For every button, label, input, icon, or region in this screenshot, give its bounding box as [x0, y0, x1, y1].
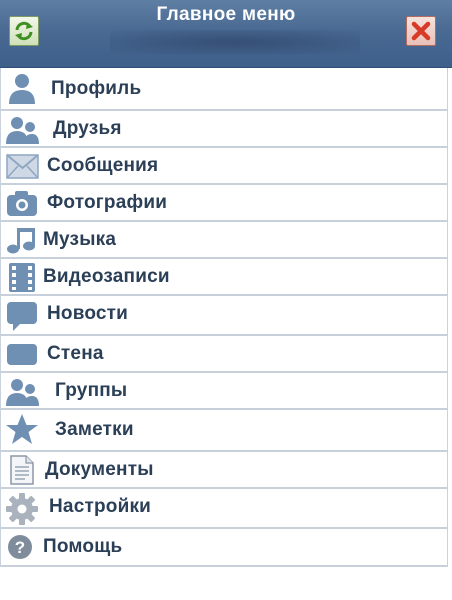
help-icon: ?	[8, 535, 32, 559]
menu-item-documents[interactable]: Документы	[1, 452, 447, 489]
profile-icon	[9, 74, 35, 104]
menu-item-help[interactable]: ? Помощь	[1, 529, 447, 567]
refresh-button[interactable]	[9, 16, 39, 46]
refresh-icon	[15, 21, 33, 41]
menu-item-groups[interactable]: Группы	[1, 373, 447, 410]
menu-item-label: Сообщения	[47, 155, 159, 176]
menu-item-profile[interactable]: Профиль	[1, 68, 447, 111]
menu-item-label: Документы	[45, 459, 154, 480]
groups-icon	[6, 379, 39, 406]
friends-icon	[6, 117, 39, 144]
menu-item-label: Фотографии	[47, 192, 168, 213]
menu-item-label: Заметки	[55, 419, 134, 440]
menu-item-label: Новости	[47, 303, 129, 324]
menu-item-label: Настройки	[49, 496, 152, 517]
settings-icon	[6, 493, 38, 525]
page-title: Главное меню	[156, 4, 296, 25]
main-menu-list: Профиль Друзья Сообщения Фотографии Музы…	[0, 68, 448, 567]
menu-item-music[interactable]: Музыка	[1, 222, 447, 259]
menu-item-wall[interactable]: Стена	[1, 336, 447, 373]
documents-icon	[10, 455, 34, 485]
menu-item-label: Профиль	[51, 78, 142, 99]
header-shadow	[110, 30, 360, 54]
menu-item-label: Друзья	[53, 118, 122, 139]
photos-icon	[7, 191, 37, 216]
messages-icon	[6, 154, 39, 179]
menu-item-videos[interactable]: Видеозаписи	[1, 259, 447, 296]
header-bar: Главное меню	[0, 0, 452, 68]
music-icon	[7, 228, 35, 254]
close-button[interactable]	[406, 16, 436, 46]
news-icon	[7, 302, 37, 331]
notes-icon	[6, 414, 38, 444]
menu-item-label: Музыка	[43, 229, 117, 250]
menu-item-friends[interactable]: Друзья	[1, 111, 447, 148]
videos-icon	[9, 263, 35, 292]
svg-text:?: ?	[15, 538, 25, 557]
menu-item-messages[interactable]: Сообщения	[1, 148, 447, 185]
menu-item-settings[interactable]: Настройки	[1, 489, 447, 529]
menu-item-label: Стена	[47, 343, 104, 364]
menu-item-label: Помощь	[43, 536, 123, 557]
menu-item-notes[interactable]: Заметки	[1, 410, 447, 452]
menu-item-label: Видеозаписи	[43, 266, 170, 287]
wall-icon	[7, 344, 37, 365]
menu-item-photos[interactable]: Фотографии	[1, 185, 447, 222]
close-icon	[411, 21, 431, 41]
menu-item-label: Группы	[55, 380, 128, 401]
bottom-spacer	[0, 594, 452, 600]
menu-item-news[interactable]: Новости	[1, 296, 447, 336]
